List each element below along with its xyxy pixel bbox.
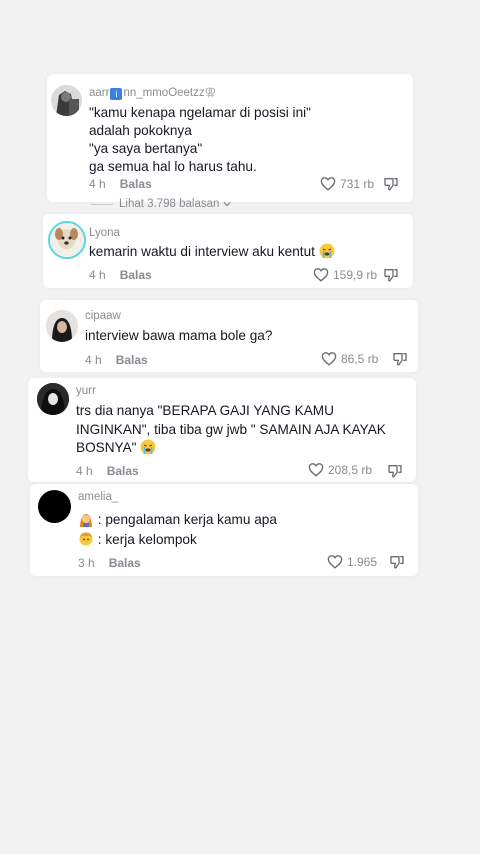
heart-icon	[327, 555, 343, 569]
comment-username[interactable]: Lyona	[89, 227, 120, 239]
dislike-icon	[384, 178, 398, 191]
info-icon: i	[110, 88, 123, 100]
dislike-button[interactable]	[389, 554, 405, 570]
timestamp: 3 h	[78, 556, 95, 570]
timestamp: 4 h	[89, 177, 106, 191]
like-count: 208,5 rb	[328, 462, 373, 477]
like-count: 731 rb	[340, 176, 375, 191]
comment-text: "kamu kenapa ngelamar di posisi ini" ada…	[89, 105, 311, 174]
like-count: 159,9 rb	[333, 267, 378, 282]
reply-button[interactable]: Balas	[120, 268, 152, 282]
heart-icon	[308, 463, 324, 477]
dislike-button[interactable]	[387, 463, 403, 479]
like-button[interactable]: 208,5 rb	[308, 462, 372, 477]
comment-text: trs dia nanya "BERAPA GAJI YANG KAMU ING…	[76, 403, 386, 455]
comment-meta: 3 h Balas	[78, 556, 141, 570]
comment-username[interactable]: amelia_	[78, 491, 118, 503]
dislike-icon	[393, 353, 407, 366]
person-emoji	[79, 532, 93, 546]
crying-emoji	[140, 439, 156, 455]
woman-emoji	[80, 514, 92, 527]
comment-username[interactable]: aarr i nn_mmoOeetzz⚢	[89, 85, 216, 100]
reply-button[interactable]: Balas	[107, 464, 139, 478]
comment-meta: 4 h Balas	[76, 464, 139, 478]
like-button[interactable]: 86,5 rb	[321, 351, 378, 366]
like-button[interactable]: 1.965	[327, 554, 377, 569]
dislike-button[interactable]	[383, 176, 399, 192]
comment-text: interview bawa mama bole ga?	[85, 328, 273, 343]
dislike-icon	[390, 556, 404, 569]
timestamp: 4 h	[89, 268, 106, 282]
timestamp: 4 h	[85, 353, 102, 367]
reply-button[interactable]: Balas	[120, 177, 152, 191]
chevron-down-icon	[223, 202, 231, 207]
mars-venus-icon: ⚢	[204, 87, 217, 99]
like-button[interactable]: 731 rb	[320, 176, 374, 191]
avatar[interactable]	[48, 221, 86, 259]
heart-icon	[320, 177, 336, 191]
avatar[interactable]	[38, 490, 71, 523]
reply-button[interactable]: Balas	[116, 353, 148, 367]
timestamp: 4 h	[76, 464, 93, 478]
comment-meta: 4 h Balas	[85, 353, 148, 367]
comment-meta: 4 h Balas	[89, 268, 152, 282]
crying-emoji	[319, 243, 335, 259]
heart-icon	[321, 352, 337, 366]
dislike-icon	[384, 269, 398, 282]
dislike-button[interactable]	[392, 351, 408, 367]
divider-line	[91, 203, 113, 205]
dislike-icon	[388, 465, 402, 478]
comment-username[interactable]: cipaaw	[85, 310, 121, 322]
like-count: 1.965	[347, 554, 378, 569]
like-button[interactable]: 159,9 rb	[313, 267, 377, 282]
avatar[interactable]	[51, 85, 82, 116]
comment-text: : pengalaman kerja kamu apa : kerja kelo…	[78, 510, 277, 550]
comment-meta: 4 h Balas	[89, 177, 152, 191]
heart-icon	[313, 268, 329, 282]
comment-text: kemarin waktu di interview aku kentut	[89, 243, 335, 261]
avatar[interactable]	[37, 383, 69, 415]
comment-username[interactable]: yurr	[76, 385, 96, 397]
dislike-button[interactable]	[383, 267, 399, 283]
reply-button[interactable]: Balas	[109, 556, 141, 570]
avatar[interactable]	[46, 310, 78, 342]
view-replies-button[interactable]: Lihat 3.798 balasan	[91, 198, 232, 210]
like-count: 86,5 rb	[341, 351, 379, 366]
